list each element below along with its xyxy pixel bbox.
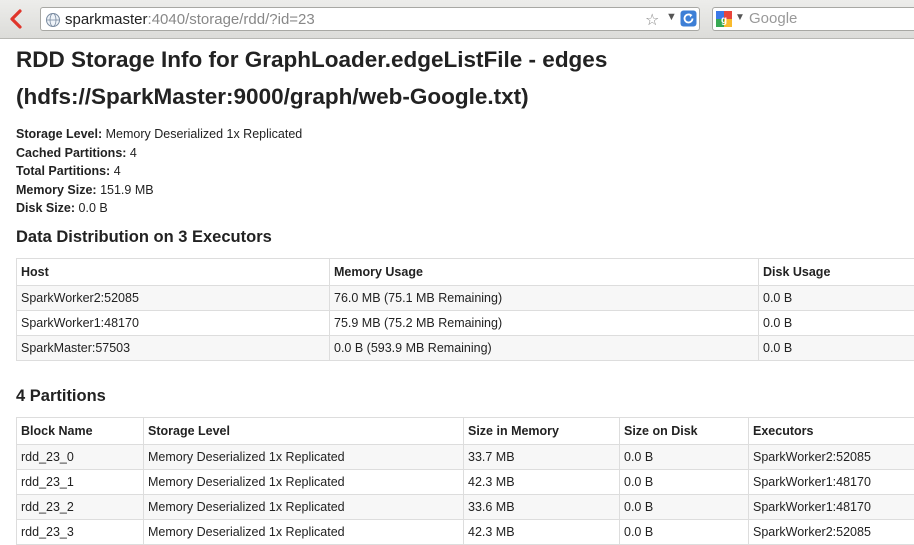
back-arrow-icon[interactable] <box>6 8 28 30</box>
url-bar[interactable]: sparkmaster:4040/storage/rdd/?id=23 ☆ ▼ <box>40 7 700 31</box>
info-value: 151.9 MB <box>100 182 154 197</box>
table-row: SparkWorker2:52085 76.0 MB (75.1 MB Rema… <box>16 285 914 311</box>
table-cell: 75.9 MB (75.2 MB Remaining) <box>329 310 759 336</box>
column-header[interactable]: Size on Disk <box>619 417 749 445</box>
browser-toolbar: sparkmaster:4040/storage/rdd/?id=23 ☆ ▼ … <box>0 0 914 39</box>
table-cell: SparkMaster:57503 <box>16 335 330 361</box>
page-title: RDD Storage Info for GraphLoader.edgeLis… <box>16 47 608 109</box>
table-cell: 0.0 B <box>619 444 749 470</box>
table-cell: 42.3 MB <box>463 469 620 495</box>
table-cell: rdd_23_3 <box>16 519 144 545</box>
table-cell: SparkWorker1:48170 <box>748 469 914 495</box>
column-header[interactable]: Disk Usage <box>758 258 914 286</box>
table-row: rdd_23_3 Memory Deserialized 1x Replicat… <box>16 519 914 545</box>
info-label: Storage Level: <box>16 127 103 141</box>
table-row: rdd_23_1 Memory Deserialized 1x Replicat… <box>16 469 914 495</box>
table-cell: Memory Deserialized 1x Replicated <box>143 469 464 495</box>
search-bar: g ▼ <box>712 7 914 31</box>
table-cell: 0.0 B (593.9 MB Remaining) <box>329 335 759 361</box>
google-icon[interactable]: g <box>716 11 732 27</box>
table-cell: rdd_23_1 <box>16 469 144 495</box>
url-host: sparkmaster <box>65 11 148 28</box>
info-label: Cached Partitions: <box>16 145 127 160</box>
column-header[interactable]: Storage Level <box>143 417 464 445</box>
table-cell: 0.0 B <box>758 310 914 336</box>
column-header[interactable]: Executors <box>748 417 914 445</box>
column-header[interactable]: Size in Memory <box>463 417 620 445</box>
table-cell: SparkWorker1:48170 <box>748 494 914 520</box>
total-partitions-line: Total Partitions: 4 <box>16 162 914 181</box>
table-row: SparkMaster:57503 0.0 B (593.9 MB Remain… <box>16 335 914 361</box>
table-cell: 0.0 B <box>619 469 749 495</box>
globe-icon <box>45 12 61 28</box>
table-cell: rdd_23_0 <box>16 444 144 470</box>
info-value: Memory Deserialized 1x Replicated <box>105 127 303 141</box>
cached-partitions-line: Cached Partitions: 4 <box>16 144 914 163</box>
info-value: 4 <box>129 145 137 160</box>
search-engine-dropdown-icon[interactable]: ▼ <box>735 12 745 23</box>
table-cell: 0.0 B <box>619 519 749 545</box>
table-header-row: Host Memory Usage Disk Usage <box>16 258 914 286</box>
table-cell: SparkWorker2:52085 <box>748 519 914 545</box>
distribution-heading: Data Distribution on 3 Executors <box>16 228 272 246</box>
history-dropdown-icon[interactable]: ▼ <box>666 11 677 23</box>
table-cell: SparkWorker2:52085 <box>16 285 330 311</box>
table-row: rdd_23_2 Memory Deserialized 1x Replicat… <box>16 494 914 520</box>
info-value: 4 <box>113 164 121 178</box>
table-row: rdd_23_0 Memory Deserialized 1x Replicat… <box>16 444 914 470</box>
table-cell: 42.3 MB <box>463 519 620 545</box>
svg-text:g: g <box>721 15 727 26</box>
partitions-heading: 4 Partitions <box>16 387 106 405</box>
table-header-row: Block Name Storage Level Size in Memory … <box>16 417 914 445</box>
memory-size-line: Memory Size: 151.9 MB <box>16 181 914 200</box>
column-header[interactable]: Host <box>16 258 330 286</box>
table-cell: 0.0 B <box>758 335 914 361</box>
column-header[interactable]: Block Name <box>16 417 144 445</box>
rdd-summary: Storage Level: Memory Deserialized 1x Re… <box>16 125 914 218</box>
table-cell: 76.0 MB (75.1 MB Remaining) <box>329 285 759 311</box>
url-path: :4040/storage/rdd/?id=23 <box>147 11 315 28</box>
table-cell: SparkWorker2:52085 <box>748 444 914 470</box>
disk-size-line: Disk Size: 0.0 B <box>16 199 914 218</box>
table-cell: 0.0 B <box>619 494 749 520</box>
info-label: Memory Size: <box>16 182 97 197</box>
table-cell: 33.7 MB <box>463 444 620 470</box>
table-row: SparkWorker1:48170 75.9 MB (75.2 MB Rema… <box>16 310 914 336</box>
table-cell: SparkWorker1:48170 <box>16 310 330 336</box>
storage-level-line: Storage Level: Memory Deserialized 1x Re… <box>16 125 914 144</box>
table-cell: Memory Deserialized 1x Replicated <box>143 444 464 470</box>
url-text[interactable]: sparkmaster:4040/storage/rdd/?id=23 <box>65 11 315 28</box>
table-cell: 33.6 MB <box>463 494 620 520</box>
table-cell: Memory Deserialized 1x Replicated <box>143 519 464 545</box>
info-label: Total Partitions: <box>16 164 111 178</box>
distribution-table: Host Memory Usage Disk Usage SparkWorker… <box>16 258 914 361</box>
table-cell: Memory Deserialized 1x Replicated <box>143 494 464 520</box>
partitions-table: Block Name Storage Level Size in Memory … <box>16 417 914 545</box>
bookmark-star-icon[interactable]: ☆ <box>645 10 659 30</box>
info-label: Disk Size: <box>16 201 76 215</box>
column-header[interactable]: Memory Usage <box>329 258 759 286</box>
page-content: RDD Storage Info for GraphLoader.edgeLis… <box>16 38 914 545</box>
table-cell: 0.0 B <box>758 285 914 311</box>
reload-icon[interactable] <box>680 10 697 27</box>
info-value: 0.0 B <box>78 201 108 215</box>
search-input[interactable] <box>749 10 909 27</box>
table-cell: rdd_23_2 <box>16 494 144 520</box>
